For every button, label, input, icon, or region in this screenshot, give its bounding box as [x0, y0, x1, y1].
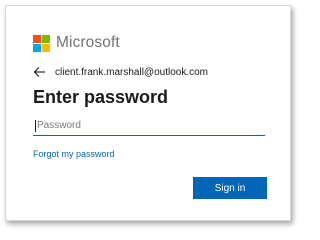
microsoft-logo: Microsoft	[33, 34, 120, 52]
microsoft-squares-icon	[33, 34, 50, 52]
blue-square	[33, 43, 41, 52]
back-arrow-icon[interactable]	[33, 66, 47, 78]
identity-row: client.frank.marshall@outlook.com	[33, 66, 208, 78]
red-square	[33, 34, 41, 43]
green-square	[42, 34, 50, 43]
forgot-password-link[interactable]: Forgot my password	[33, 149, 115, 159]
password-input[interactable]	[33, 116, 265, 136]
sign-in-button[interactable]: Sign in	[193, 177, 267, 199]
yellow-square	[42, 43, 50, 52]
sign-in-card: Microsoft client.frank.marshall@outlook.…	[5, 5, 291, 221]
page-title: Enter password	[33, 87, 169, 107]
brand-name: Microsoft	[56, 34, 120, 51]
account-email: client.frank.marshall@outlook.com	[55, 66, 208, 78]
text-caret	[35, 120, 36, 132]
